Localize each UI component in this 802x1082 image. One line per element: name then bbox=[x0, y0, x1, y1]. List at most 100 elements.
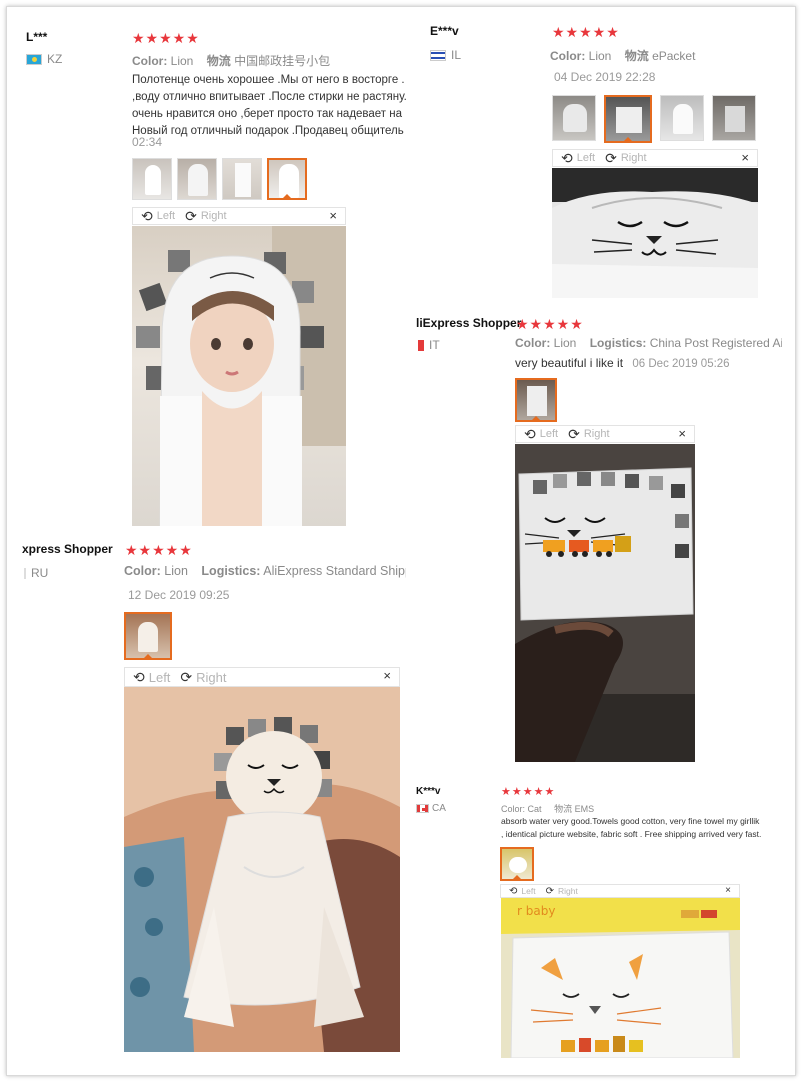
photo-thumbnail[interactable] bbox=[660, 95, 704, 141]
close-icon[interactable]: × bbox=[725, 885, 731, 896]
rotate-left-button[interactable]: ⟲ Left bbox=[141, 208, 175, 225]
review-text-line: very beautiful i like it bbox=[515, 356, 624, 370]
photo-thumbnail-selected[interactable] bbox=[500, 847, 534, 881]
image-viewer-toolbar: ⟲ Left ⟳ Right × bbox=[500, 884, 740, 898]
logistics-value: China Post Registered Air Ma bbox=[649, 336, 782, 350]
photo-thumbnail-selected[interactable] bbox=[267, 158, 307, 200]
review-attributes: Color: Lion Logistics: China Post Regist… bbox=[515, 336, 782, 350]
review-card-3: liExpress Shopper IT ★★★★★ Color: Lion L… bbox=[412, 310, 782, 765]
rating-stars: ★★★★★ bbox=[125, 542, 193, 558]
rotate-left-button[interactable]: ⟲ Left bbox=[561, 150, 595, 167]
photo-thumbnail[interactable] bbox=[222, 158, 262, 200]
image-viewer-toolbar: ⟲ Left ⟳ Right × bbox=[132, 207, 346, 225]
reviewer-country: IT bbox=[418, 338, 440, 352]
reviewer-name: K***v bbox=[416, 786, 441, 797]
flag-il-icon bbox=[430, 49, 446, 61]
lion-face-illustration bbox=[552, 168, 758, 298]
rotate-right-icon: ⟳ bbox=[568, 425, 580, 442]
color-label: Color: bbox=[124, 564, 161, 578]
rotate-left-button[interactable]: ⟲ Left bbox=[509, 886, 536, 897]
review-photo-baby-lion-towel bbox=[132, 226, 346, 526]
review-date: 12 Dec 2019 09:25 bbox=[128, 588, 230, 602]
rotate-right-button[interactable]: ⟳ Right bbox=[546, 886, 578, 897]
color-value: Lion bbox=[164, 564, 188, 578]
review-date: 06 Dec 2019 05:26 bbox=[632, 358, 730, 370]
towel-on-blanket-illustration bbox=[124, 687, 400, 1052]
review-photo-packaged-towel bbox=[515, 444, 695, 762]
logistics-label: 物流 bbox=[554, 804, 573, 814]
flag-ca-icon bbox=[416, 804, 429, 813]
review-text-line: Новый год отличный подарок .Продавец общ… bbox=[132, 125, 404, 137]
photo-thumbnail[interactable] bbox=[177, 158, 217, 200]
review-text-line: absorb water very good.Towels good cotto… bbox=[501, 816, 760, 826]
image-viewer-toolbar: ⟲ Left ⟳ Right × bbox=[515, 425, 695, 443]
rotate-left-icon: ⟲ bbox=[524, 425, 536, 442]
rotate-left-button[interactable]: ⟲ Left bbox=[524, 426, 558, 443]
rotate-right-button[interactable]: ⟳ Right bbox=[185, 208, 226, 225]
logistics-label: Logistics: bbox=[589, 336, 647, 350]
review-text-line: Полотенце очень хорошее .Мы от него в во… bbox=[132, 74, 405, 86]
photo-thumbnail[interactable] bbox=[132, 158, 172, 200]
photo-thumbnails bbox=[552, 95, 756, 143]
review-text: Полотенце очень хорошее .Мы от него в во… bbox=[132, 72, 408, 140]
logistics-label: 物流 bbox=[624, 49, 649, 63]
image-viewer-toolbar: ⟲ Left ⟳ Right × bbox=[124, 667, 400, 687]
reviewer-country: CA bbox=[416, 803, 446, 814]
review-attributes: Color: Lion Logistics: AliExpress Standa… bbox=[124, 564, 406, 578]
review-attributes: Color: Cat 物流 EMS bbox=[501, 802, 604, 815]
rotate-left-button[interactable]: ⟲ Left bbox=[133, 669, 170, 686]
country-code: KZ bbox=[47, 52, 63, 66]
logistics-value: AliExpress Standard Shipp bbox=[263, 564, 406, 578]
rotate-left-icon: ⟲ bbox=[509, 885, 518, 897]
reviewer-name: xpress Shopper bbox=[22, 542, 113, 556]
rating-stars: ★★★★★ bbox=[132, 30, 200, 46]
review-attributes: Color: Lion 物流 ePacket bbox=[550, 47, 705, 64]
review-attributes: Color: Lion 物流 中国邮政挂号小包 bbox=[132, 52, 340, 69]
logistics-value: EMS bbox=[574, 804, 595, 814]
country-code: RU bbox=[31, 566, 49, 580]
review-text-line: , identical picture website, fabric soft… bbox=[501, 829, 762, 839]
rotate-left-icon: ⟲ bbox=[133, 668, 145, 685]
country-code: IT bbox=[429, 338, 440, 352]
color-value: Lion bbox=[553, 336, 577, 350]
review-photo-towel-on-blanket bbox=[124, 687, 400, 1052]
photo-thumbnail-selected[interactable] bbox=[515, 378, 557, 422]
rotate-left-icon: ⟲ bbox=[141, 207, 153, 224]
review-text-line: очень нравится оно ,берет просто так над… bbox=[132, 108, 403, 120]
color-label: Color: bbox=[550, 49, 586, 63]
logistics-value: 中国邮政挂号小包 bbox=[234, 54, 331, 68]
review-photo-lion-face-closeup bbox=[552, 168, 758, 298]
country-code: CA bbox=[432, 803, 446, 814]
rotate-right-icon: ⟳ bbox=[605, 149, 617, 166]
close-icon[interactable]: × bbox=[678, 426, 686, 441]
rotate-right-button[interactable]: ⟳ Right bbox=[568, 426, 609, 443]
photo-thumbnails bbox=[515, 378, 557, 422]
color-value: Lion bbox=[170, 54, 194, 68]
review-card-4: xpress Shopper RU ★★★★★ Color: Lion Logi… bbox=[18, 536, 410, 1056]
photo-thumbnail[interactable] bbox=[712, 95, 756, 141]
review-card-2: E***v IL ★★★★★ Color: Lion 物流 ePacket 04… bbox=[424, 18, 764, 303]
rotate-right-icon: ⟳ bbox=[545, 885, 554, 897]
packaged-towel-illustration bbox=[515, 444, 695, 762]
image-viewer-toolbar: ⟲ Left ⟳ Right × bbox=[552, 149, 758, 167]
photo-thumbnail-selected[interactable] bbox=[604, 95, 652, 143]
review-text-line: ,воду отлично впитывает .После стирки не… bbox=[132, 91, 407, 103]
logistics-label: Logistics: bbox=[201, 564, 261, 578]
close-icon[interactable]: × bbox=[329, 208, 337, 223]
review-date: 02:34 bbox=[132, 135, 163, 149]
photo-thumbnails bbox=[132, 158, 307, 200]
logistics-value: ePacket bbox=[652, 49, 696, 63]
reviewer-country: KZ bbox=[26, 52, 62, 66]
photo-thumbnail-selected[interactable] bbox=[124, 612, 172, 660]
photo-thumbnail[interactable] bbox=[552, 95, 596, 141]
rating-stars: ★★★★★ bbox=[516, 316, 584, 332]
flag-ru-icon bbox=[24, 567, 26, 579]
rotate-right-button[interactable]: ⟳ Right bbox=[605, 150, 646, 167]
rotate-right-button[interactable]: ⟳ Right bbox=[180, 669, 226, 686]
photo-thumbnails bbox=[124, 612, 172, 660]
close-icon[interactable]: × bbox=[741, 150, 749, 165]
color-value: Lion bbox=[588, 49, 612, 63]
color-value: Cat bbox=[527, 804, 542, 814]
close-icon[interactable]: × bbox=[383, 668, 391, 683]
rotate-right-icon: ⟳ bbox=[180, 668, 193, 685]
